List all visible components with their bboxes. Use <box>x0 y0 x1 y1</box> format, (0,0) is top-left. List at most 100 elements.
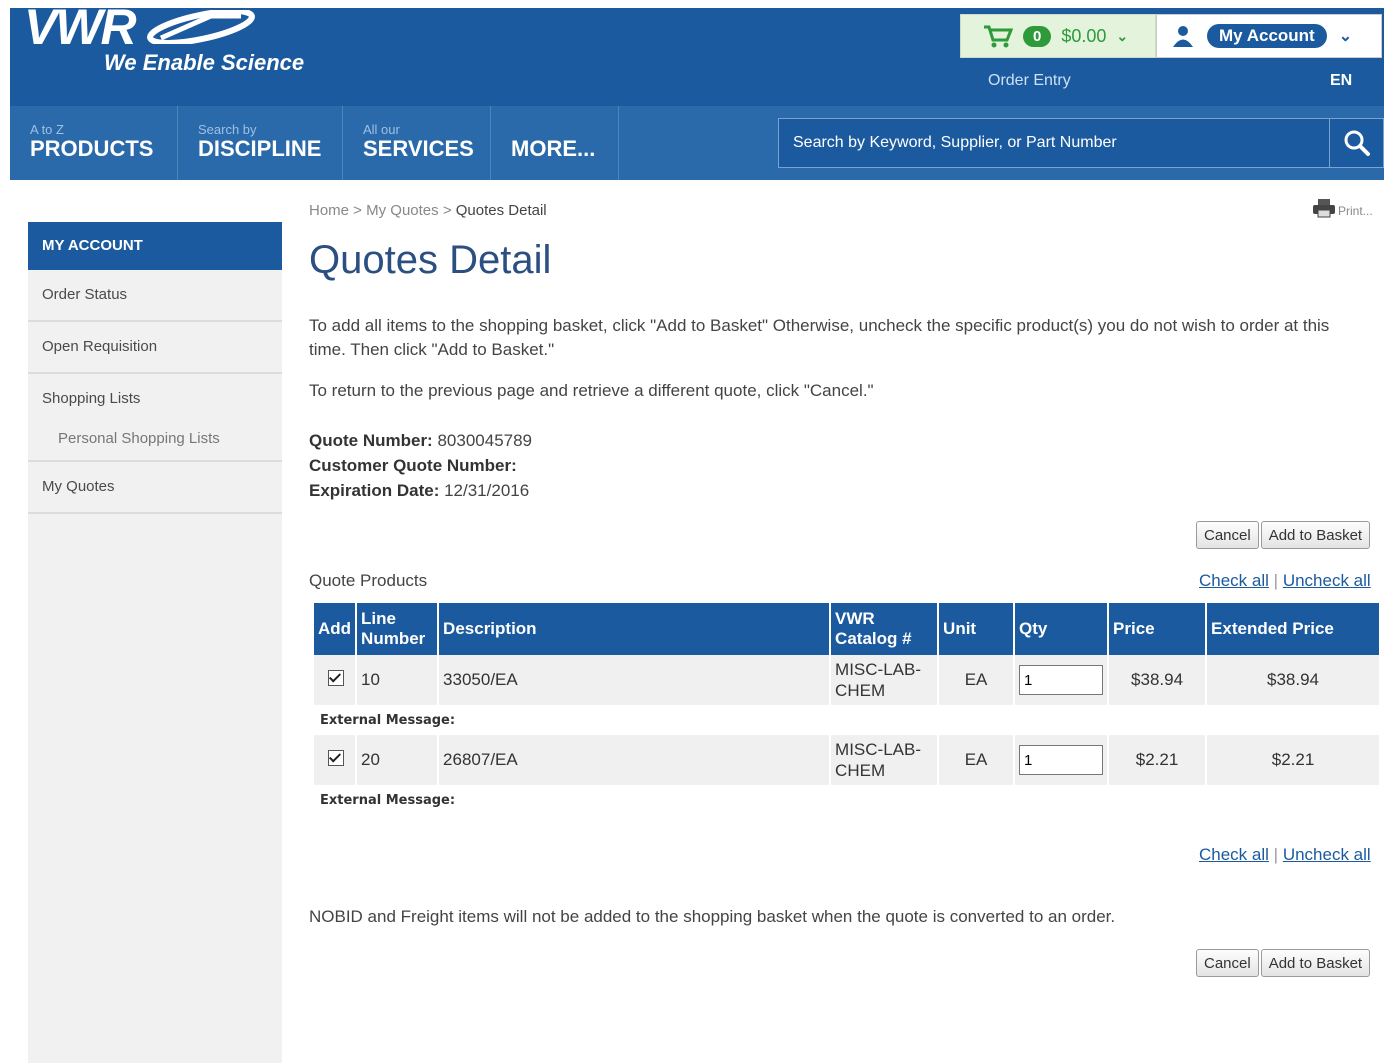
nav-discipline-subtitle: Search by <box>198 122 257 137</box>
check-all-link[interactable]: Check all <box>1199 571 1269 590</box>
sidebar-item-personal-shopping-lists[interactable]: Personal Shopping Lists <box>28 424 282 462</box>
table-row: 20 26807/EA MISC-LAB-CHEM EA $2.21 $2.21 <box>314 735 1379 785</box>
main-nav: A to Z PRODUCTS Search by DISCIPLINE All… <box>10 106 1384 180</box>
uncheck-all-link[interactable]: Uncheck all <box>1283 571 1371 590</box>
sidebar-item-open-requisition[interactable]: Open Requisition <box>28 322 282 374</box>
catalog-cell: MISC-LAB-CHEM <box>831 735 938 785</box>
description-cell: 26807/EA <box>439 735 830 785</box>
page-title: Quotes Detail <box>309 238 552 282</box>
cancel-button[interactable]: Cancel <box>1196 949 1259 977</box>
cart-button[interactable]: 0 $0.00 ⌄ <box>960 14 1156 58</box>
my-account-button[interactable]: My Account ⌄ <box>1156 14 1382 58</box>
print-label: Print... <box>1338 204 1373 218</box>
extended-price-cell: $38.94 <box>1207 655 1379 705</box>
external-message-row: External Message: <box>314 705 1379 735</box>
table-row: 10 33050/EA MISC-LAB-CHEM EA $38.94 $38.… <box>314 655 1379 705</box>
nav-discipline-label: DISCIPLINE <box>198 136 322 161</box>
quote-number-value: 8030045789 <box>437 431 533 450</box>
price-cell: $2.21 <box>1109 735 1206 785</box>
breadcrumb-my-quotes[interactable]: My Quotes <box>366 202 439 219</box>
expiration-date: Expiration Date: 12/31/2016 <box>309 481 529 501</box>
search-icon <box>1344 130 1370 156</box>
add-checkbox[interactable] <box>328 749 344 766</box>
qty-cell <box>1015 735 1108 785</box>
nav-products-label: PRODUCTS <box>30 136 154 161</box>
nobid-freight-note: NOBID and Freight items will not be adde… <box>309 907 1116 926</box>
print-link[interactable]: Print... <box>1312 198 1373 218</box>
order-entry-link[interactable]: Order Entry <box>988 72 1071 90</box>
nav-discipline[interactable]: Search by DISCIPLINE <box>178 106 343 180</box>
col-description: Description <box>439 603 830 655</box>
utility-bar: 0 $0.00 ⌄ My Account ⌄ <box>960 14 1382 58</box>
vwr-logo[interactable]: VWR We Enable Science <box>24 0 304 76</box>
logo-text: VWR <box>24 0 137 55</box>
sidebar-item-shopping-lists[interactable]: Shopping Lists <box>28 374 282 424</box>
sidebar-item-order-status[interactable]: Order Status <box>28 270 282 322</box>
breadcrumb: Home > My Quotes > Quotes Detail <box>309 202 547 219</box>
add-to-basket-button[interactable]: Add to Basket <box>1260 521 1371 549</box>
uncheck-all-link[interactable]: Uncheck all <box>1283 845 1371 864</box>
quote-products-table: Add Line Number Description VWR Catalog … <box>312 603 1381 815</box>
link-separator: | <box>1273 571 1279 590</box>
col-unit: Unit <box>939 603 1014 655</box>
add-checkbox[interactable] <box>328 669 344 686</box>
search-bar <box>778 118 1384 168</box>
instructions-add: To add all items to the shopping basket,… <box>309 316 1330 359</box>
col-add: Add <box>314 603 356 655</box>
nav-products[interactable]: A to Z PRODUCTS <box>10 106 178 180</box>
nav-services[interactable]: All our SERVICES <box>343 106 491 180</box>
nav-more-label: MORE... <box>511 136 596 161</box>
chevron-down-icon: ⌄ <box>1338 28 1353 45</box>
my-account-label: My Account <box>1207 24 1327 48</box>
user-icon <box>1173 26 1193 47</box>
unit-cell: EA <box>939 655 1014 705</box>
nav-more-subtitle <box>511 122 618 136</box>
logo-swoosh-icon <box>146 10 255 44</box>
table-header-row: Add Line Number Description VWR Catalog … <box>314 603 1379 655</box>
sidebar-item-my-quotes[interactable]: My Quotes <box>28 462 282 514</box>
quote-number: Quote Number: 8030045789 <box>309 431 532 451</box>
line-number-cell: 10 <box>357 655 438 705</box>
breadcrumb-home[interactable]: Home <box>309 202 349 219</box>
printer-icon <box>1313 199 1335 218</box>
breadcrumb-separator: > <box>349 202 367 219</box>
account-sidebar: MY ACCOUNT Order Status Open Requisition… <box>28 222 282 1063</box>
cart-count-badge: 0 <box>1023 25 1052 47</box>
top-action-buttons: Cancel Add to Basket <box>1196 521 1371 549</box>
quote-number-label: Quote Number: <box>309 431 433 450</box>
catalog-cell: MISC-LAB-CHEM <box>831 655 938 705</box>
nav-more[interactable]: MORE... <box>491 106 619 180</box>
qty-input[interactable] <box>1019 745 1104 775</box>
cart-total: $0.00 <box>1061 25 1107 46</box>
instructions-cancel: To return to the previous page and retri… <box>309 381 874 400</box>
expiration-date-label: Expiration Date: <box>309 481 440 500</box>
link-separator: | <box>1273 845 1279 864</box>
chevron-down-icon: ⌄ <box>1116 27 1129 44</box>
cart-icon <box>984 25 1013 48</box>
customer-quote-number: Customer Quote Number: <box>309 456 517 476</box>
bottom-action-buttons: Cancel Add to Basket <box>1196 949 1371 977</box>
search-button[interactable] <box>1329 119 1384 167</box>
add-to-basket-button[interactable]: Add to Basket <box>1260 949 1371 977</box>
nav-services-label: SERVICES <box>363 136 474 161</box>
add-cell <box>314 735 356 785</box>
check-links-top: Check all | Uncheck all <box>1199 571 1371 591</box>
col-line-number: Line Number <box>357 603 438 655</box>
sidebar-heading: MY ACCOUNT <box>28 222 282 270</box>
cancel-button[interactable]: Cancel <box>1196 521 1259 549</box>
external-message-label: External Message: <box>314 705 1379 735</box>
customer-quote-number-label: Customer Quote Number: <box>309 456 517 475</box>
breadcrumb-separator: > <box>438 202 456 219</box>
check-links-bottom: Check all | Uncheck all <box>1199 845 1371 865</box>
price-cell: $38.94 <box>1109 655 1206 705</box>
col-qty: Qty <box>1015 603 1108 655</box>
col-catalog: VWR Catalog # <box>831 603 938 655</box>
breadcrumb-current: Quotes Detail <box>455 202 547 219</box>
extended-price-cell: $2.21 <box>1207 735 1379 785</box>
language-selector[interactable]: EN <box>1330 72 1352 90</box>
check-all-link[interactable]: Check all <box>1199 845 1269 864</box>
col-extended-price: Extended Price <box>1207 603 1379 655</box>
add-cell <box>314 655 356 705</box>
search-input[interactable] <box>779 119 1327 167</box>
qty-input[interactable] <box>1019 665 1104 695</box>
